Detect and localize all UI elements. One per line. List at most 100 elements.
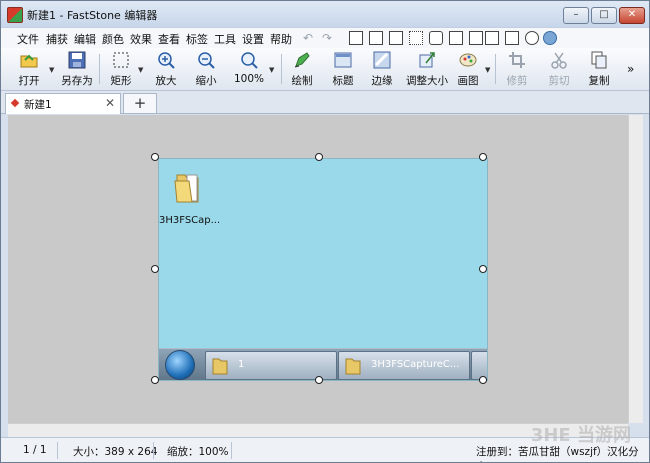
screen-record-icon[interactable] [505,31,519,45]
zoom-level-button[interactable]: 100% [231,51,267,87]
menu-view[interactable]: 查看 [158,31,180,47]
vertical-scrollbar[interactable] [628,115,643,423]
edge-icon [373,51,391,69]
zoom-icon [241,52,258,69]
cut-label: 剪切 [548,75,570,87]
draw-button[interactable]: 绘制 [287,51,317,87]
title-label: 标题 [332,75,354,87]
taskbar-item-label: 3H3FSCaptureC... [371,359,460,370]
resize-button[interactable]: 调整大小 [405,51,449,87]
rectangle-button[interactable]: 矩形 [105,51,137,87]
crop-label: 修剪 [506,75,528,87]
close-button[interactable]: ✕ [619,7,645,24]
status-size: 大小：389 x 264 [73,446,158,458]
editor-window: 新建1 - FastStone 编辑器 – □ ✕ 文件 捕获 编辑 颜色 效果… [0,0,650,463]
resize-icon [419,52,435,68]
separator [281,54,282,84]
toolbar-overflow-icon[interactable]: » [627,62,634,76]
resize-handle-sw[interactable] [151,376,159,384]
undo-icon[interactable]: ↶ [303,31,313,45]
separator [99,54,100,84]
folder-icon [174,174,199,203]
capture-fullscreen-icon[interactable] [449,31,463,45]
canvas-dropdown-icon[interactable]: ▼ [485,66,490,74]
menu-capture[interactable]: 捕获 [46,31,68,47]
capture-fixed-icon[interactable] [469,31,483,45]
tab-new1[interactable]: 新建1 ✕ [5,93,121,114]
open-button[interactable]: 打开 [11,51,47,87]
rectangle-label: 矩形 [110,75,132,87]
editor-canvas[interactable]: 3H3FSCap... 1 3H3FSCaptureC... [8,115,628,423]
crop-icon [509,52,525,68]
open-label: 打开 [18,75,40,87]
open-icon [20,54,38,68]
rectangle-select-icon [113,52,129,68]
capture-scroll-icon[interactable] [485,31,499,45]
open-folder-icon[interactable] [349,31,363,45]
menu-tools[interactable]: 工具 [214,31,236,47]
image-taskbar: 1 3H3FSCaptureC... [159,348,487,380]
edge-button[interactable]: 边缘 [367,51,397,87]
caption-icon [334,52,352,68]
new-tab-button[interactable]: + [123,93,157,113]
delay-timer-icon[interactable] [525,31,539,45]
desktop-icon-label: 3H3FSCap... [159,215,221,226]
save-as-button[interactable]: 另存为 [59,51,95,87]
taskbar-item [471,351,487,380]
resize-handle-n[interactable] [315,153,323,161]
settings-gear-icon[interactable] [543,31,557,45]
capture-window-icon[interactable] [369,31,383,45]
windows-start-icon [165,350,195,380]
main-toolbar: 打开 ▼ 另存为 矩形 ▼ 放大 缩小 100% ▼ 绘制 标题 边缘 调整大小… [1,48,649,91]
title-button[interactable]: 标题 [328,51,358,87]
draw-icon [294,52,310,68]
zoom-level-label: 100% [233,73,265,85]
menu-file[interactable]: 文件 [17,31,39,47]
menu-help[interactable]: 帮助 [270,31,292,47]
minimize-button[interactable]: – [563,7,589,24]
draw-label: 绘制 [291,75,313,87]
resize-handle-nw[interactable] [151,153,159,161]
menu-color[interactable]: 颜色 [102,31,124,47]
canvas-button[interactable]: 画图 [456,51,480,87]
resize-handle-e[interactable] [479,265,487,273]
zoom-out-button[interactable]: 缩小 [191,51,221,87]
rectangle-dropdown-icon[interactable]: ▼ [138,66,143,74]
menu-effects[interactable]: 效果 [130,31,152,47]
resize-handle-ne[interactable] [479,153,487,161]
folder-icon [345,358,361,375]
captured-image[interactable]: 3H3FSCap... 1 3H3FSCaptureC... [158,158,488,381]
resize-handle-se[interactable] [479,376,487,384]
copy-label: 复制 [588,75,610,87]
resize-handle-s[interactable] [315,376,323,384]
canvas-label: 画图 [457,75,479,87]
watermark-logo: 3HE 当游网 [530,425,631,446]
resize-handle-w[interactable] [151,265,159,273]
menu-edit[interactable]: 编辑 [74,31,96,47]
capture-object-icon[interactable] [389,31,403,45]
app-icon [7,7,23,23]
title-bar: 新建1 - FastStone 编辑器 – □ ✕ [1,1,649,27]
taskbar-item: 3H3FSCaptureC... [338,351,470,380]
status-divider [57,442,58,459]
tab-close-icon[interactable]: ✕ [105,96,115,110]
zoom-dropdown-icon[interactable]: ▼ [269,66,274,74]
menu-settings[interactable]: 设置 [242,31,264,47]
zoom-in-button[interactable]: 放大 [151,51,181,87]
maximize-button[interactable]: □ [591,7,617,24]
crop-button[interactable]: 修剪 [503,51,531,87]
taskbar-item-label: 1 [238,359,245,370]
copy-button[interactable]: 复制 [585,51,613,87]
redo-icon[interactable]: ↷ [322,31,332,45]
tab-label: 新建1 [24,99,52,111]
cut-button[interactable]: 剪切 [545,51,573,87]
status-page: 1 / 1 [23,444,47,456]
zoom-out-icon [198,52,215,69]
copy-icon [591,51,607,69]
modified-indicator-icon [10,98,20,108]
menu-tags[interactable]: 标签 [186,31,208,47]
status-divider [231,442,232,459]
capture-region-icon[interactable] [409,31,423,45]
capture-freehand-icon[interactable] [429,31,443,45]
open-dropdown-icon[interactable]: ▼ [49,66,54,74]
